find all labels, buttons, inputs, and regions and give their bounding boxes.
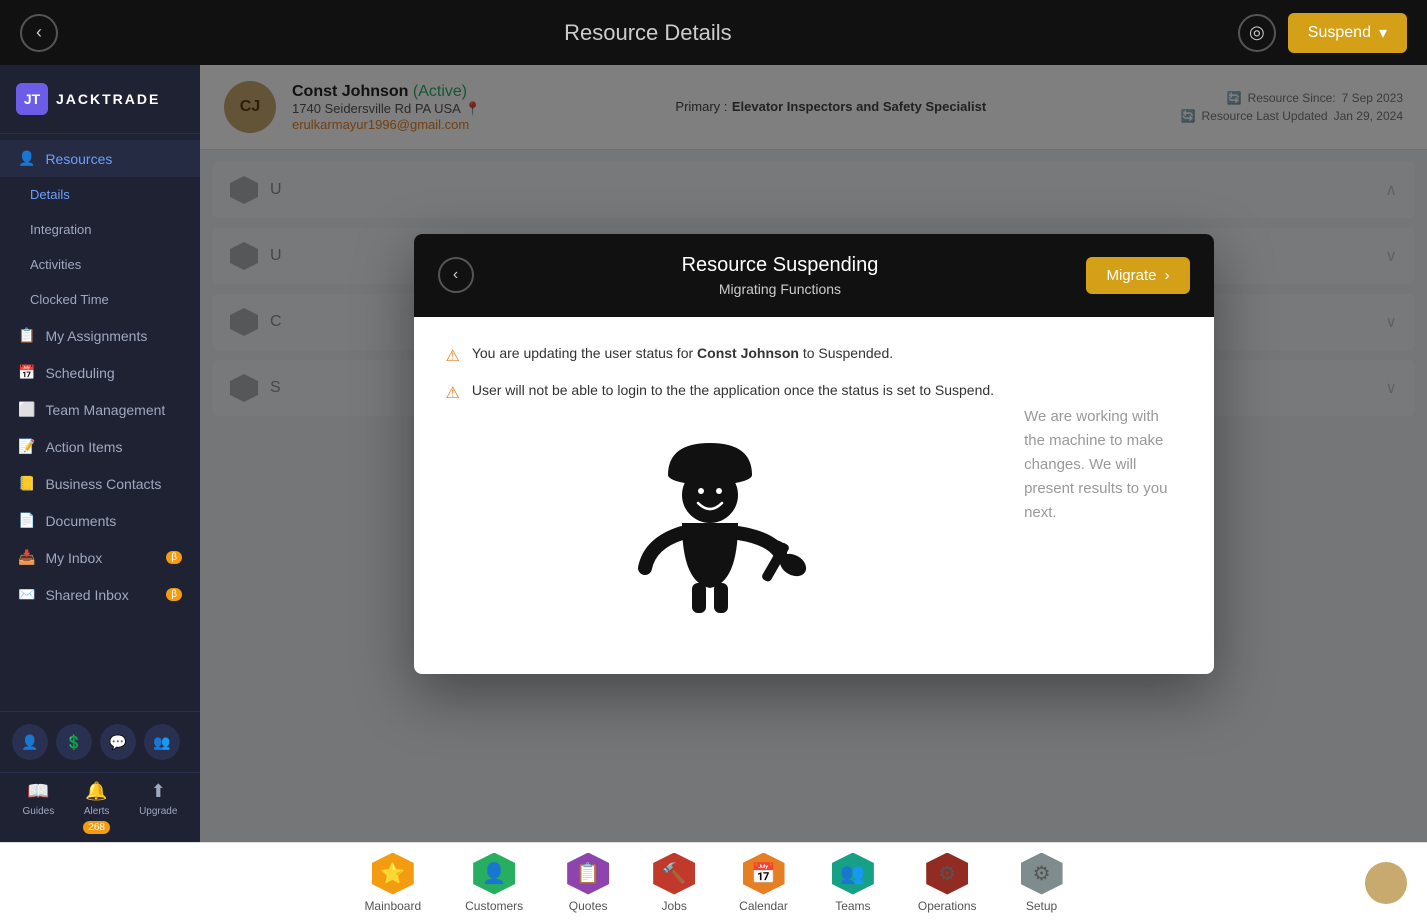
warning-icon-2: ⚠ xyxy=(446,383,460,403)
upgrade-icon: ⬆ xyxy=(151,781,166,802)
modal-body: ⚠ You are updating the user status for C… xyxy=(414,317,1214,641)
logo-text: JACKTRADE xyxy=(56,91,160,107)
setup-icon: ⚙ xyxy=(1021,853,1063,895)
modal-overlay: ‹ Resource Suspending Migrating Function… xyxy=(200,65,1427,842)
sidebar-item-action-items[interactable]: 📝 Action Items xyxy=(0,428,200,465)
back-button[interactable]: ‹ xyxy=(20,14,58,52)
bottom-nav: ⭐ Mainboard 👤 Customers 📋 Quotes 🔨 Jobs … xyxy=(0,842,1427,922)
shared-inbox-icon: ✉️ xyxy=(18,586,35,603)
modal-header: ‹ Resource Suspending Migrating Function… xyxy=(414,234,1214,317)
assignments-icon: 📋 xyxy=(18,327,35,344)
sidebar-item-integration[interactable]: Integration xyxy=(0,212,200,247)
main-layout: JT JACKTRADE 👤 Resources Details Integra… xyxy=(0,65,1427,842)
sidebar-footer-dollar-icon[interactable]: 💲 xyxy=(56,724,92,760)
modal-left: ⚠ You are updating the user status for C… xyxy=(446,345,995,613)
sidebar-upgrade-button[interactable]: ⬆ Upgrade xyxy=(139,781,177,834)
sidebar-footer-chat-icon[interactable]: 💬 xyxy=(100,724,136,760)
sidebar-footer-icons: 👤 💲 💬 👥 xyxy=(0,711,200,772)
warning-icon-1: ⚠ xyxy=(446,346,460,366)
compass-icon[interactable]: ◎ xyxy=(1238,14,1276,52)
team-icon: ⬜ xyxy=(18,401,35,418)
sidebar-item-documents[interactable]: 📄 Documents xyxy=(0,502,200,539)
content-area: CJ Const Johnson (Active) 1740 Seidersvi… xyxy=(200,65,1427,842)
nav-item-calendar[interactable]: 📅 Calendar xyxy=(717,845,810,921)
nav-item-setup[interactable]: ⚙ Setup xyxy=(999,845,1085,921)
logo-icon: JT xyxy=(16,83,48,115)
modal-header-center: Resource Suspending Migrating Functions xyxy=(474,254,1087,297)
modal-right: We are working with the machine to make … xyxy=(1024,345,1181,613)
user-avatar[interactable] xyxy=(1365,862,1407,904)
shared-inbox-badge: β xyxy=(166,588,182,601)
jobs-icon: 🔨 xyxy=(653,853,695,895)
sidebar-footer-user-icon[interactable]: 👤 xyxy=(12,724,48,760)
sidebar-nav: 👤 Resources Details Integration Activiti… xyxy=(0,134,200,619)
sidebar-item-scheduling[interactable]: 📅 Scheduling xyxy=(0,354,200,391)
sidebar-logo: JT JACKTRADE xyxy=(0,65,200,134)
calendar-icon: 📅 xyxy=(743,853,785,895)
modal: ‹ Resource Suspending Migrating Function… xyxy=(414,234,1214,674)
alerts-label: Alerts xyxy=(84,806,110,817)
inbox-badge: β xyxy=(166,551,182,564)
scheduling-icon: 📅 xyxy=(18,364,35,381)
teams-icon: 👥 xyxy=(832,853,874,895)
sidebar: JT JACKTRADE 👤 Resources Details Integra… xyxy=(0,65,200,842)
nav-item-mainboard[interactable]: ⭐ Mainboard xyxy=(342,845,443,921)
top-bar-left: ‹ xyxy=(20,14,58,52)
nav-item-teams[interactable]: 👥 Teams xyxy=(810,845,896,921)
alerts-icon: 🔔 xyxy=(85,781,107,802)
page-title: Resource Details xyxy=(564,20,732,46)
sidebar-bottom: 👤 💲 💬 👥 📖 Guides 🔔 Alerts 268 ⬆ Upgrade xyxy=(0,711,200,842)
warning-2: ⚠ User will not be able to login to the … xyxy=(446,382,995,403)
migrate-button[interactable]: Migrate › xyxy=(1086,257,1189,294)
nav-item-jobs[interactable]: 🔨 Jobs xyxy=(631,845,717,921)
sidebar-item-business-contacts[interactable]: 📒 Business Contacts xyxy=(0,465,200,502)
top-bar-right: ◎ Suspend ▾ xyxy=(1238,13,1407,53)
modal-working-text: We are working with the machine to make … xyxy=(1024,405,1181,525)
customers-icon: 👤 xyxy=(473,853,515,895)
sidebar-item-clocked-time[interactable]: Clocked Time xyxy=(0,282,200,317)
inbox-icon: 📥 xyxy=(18,549,35,566)
sidebar-item-my-assignments[interactable]: 📋 My Assignments xyxy=(0,317,200,354)
sidebar-item-my-inbox[interactable]: 📥 My Inbox β xyxy=(0,539,200,576)
operations-icon: ⚙ xyxy=(926,853,968,895)
resources-icon: 👤 xyxy=(18,150,35,167)
mainboard-icon: ⭐ xyxy=(372,853,414,895)
suspend-button[interactable]: Suspend ▾ xyxy=(1288,13,1407,53)
modal-back-button[interactable]: ‹ xyxy=(438,257,474,293)
modal-subtitle: Migrating Functions xyxy=(474,281,1087,297)
guides-icon: 📖 xyxy=(27,781,49,802)
nav-item-quotes[interactable]: 📋 Quotes xyxy=(545,845,631,921)
modal-title: Resource Suspending xyxy=(474,254,1087,277)
worker-illustration xyxy=(446,423,995,613)
sidebar-item-shared-inbox[interactable]: ✉️ Shared Inbox β xyxy=(0,576,200,613)
sidebar-alerts-button[interactable]: 🔔 Alerts 268 xyxy=(83,781,110,834)
sidebar-item-details[interactable]: Details xyxy=(0,177,200,212)
sidebar-footer-group-icon[interactable]: 👥 xyxy=(144,724,180,760)
sidebar-item-team-management[interactable]: ⬜ Team Management xyxy=(0,391,200,428)
sidebar-item-activities[interactable]: Activities xyxy=(0,247,200,282)
sidebar-guides-button[interactable]: 📖 Guides xyxy=(23,781,55,834)
contacts-icon: 📒 xyxy=(18,475,35,492)
alerts-badge: 268 xyxy=(83,821,110,834)
action-icon: 📝 xyxy=(18,438,35,455)
warning-1: ⚠ You are updating the user status for C… xyxy=(446,345,995,366)
nav-item-operations[interactable]: ⚙ Operations xyxy=(896,845,999,921)
top-bar: ‹ Resource Details ◎ Suspend ▾ xyxy=(0,0,1427,65)
sidebar-bottom-actions: 📖 Guides 🔔 Alerts 268 ⬆ Upgrade xyxy=(0,772,200,842)
nav-item-customers[interactable]: 👤 Customers xyxy=(443,845,545,921)
quotes-icon: 📋 xyxy=(567,853,609,895)
documents-icon: 📄 xyxy=(18,512,35,529)
sidebar-item-resources[interactable]: 👤 Resources xyxy=(0,140,200,177)
